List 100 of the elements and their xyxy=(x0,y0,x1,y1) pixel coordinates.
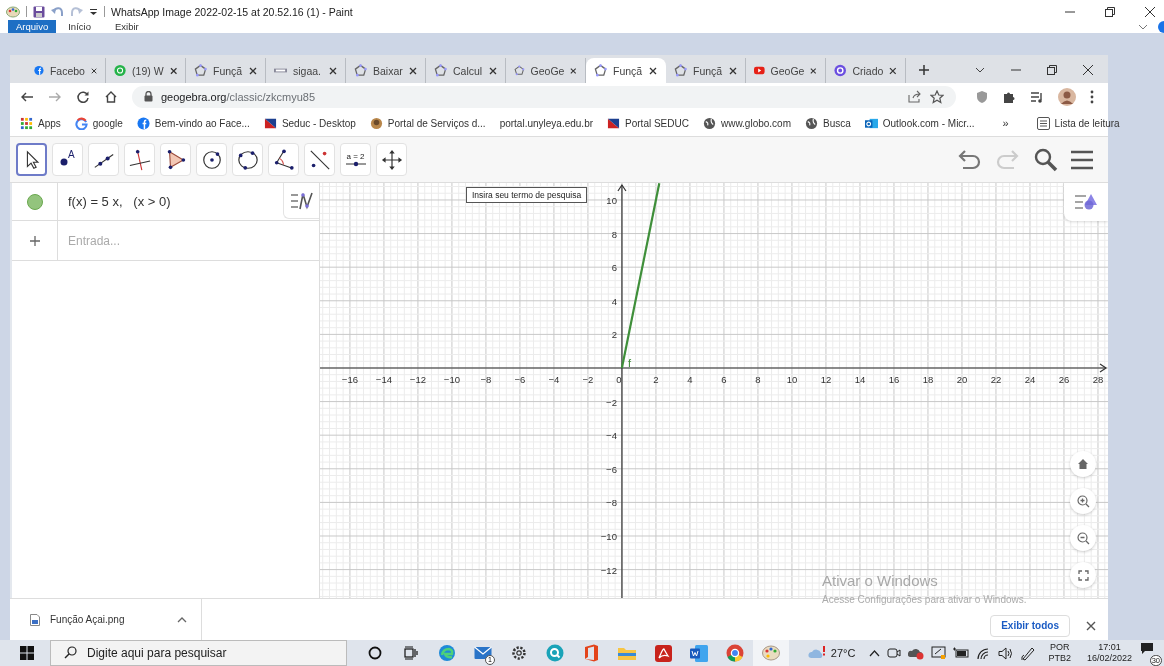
home-icon[interactable] xyxy=(104,89,118,104)
ribbon-tab[interactable]: Exibir xyxy=(102,20,151,33)
close-icon[interactable] xyxy=(1144,5,1156,18)
perpendicular-lines-icon xyxy=(128,148,151,171)
close-icon[interactable] xyxy=(249,66,257,75)
temperature-label[interactable]: 27°C xyxy=(830,647,856,659)
share-icon[interactable] xyxy=(908,90,922,103)
tick-label: −2 xyxy=(606,396,617,408)
more-icon[interactable] xyxy=(1090,89,1094,104)
browser-tab[interactable]: Facebo xyxy=(26,58,106,83)
graphics-style-button[interactable] xyxy=(1064,183,1108,221)
search-icon[interactable] xyxy=(1033,146,1059,173)
bookmark-link[interactable]: Portal de Serviços d... xyxy=(369,116,486,130)
tick-label: −6 xyxy=(606,463,617,475)
pen-icon[interactable] xyxy=(1020,645,1036,661)
plus-icon[interactable] xyxy=(28,234,41,247)
angle-icon xyxy=(272,148,295,171)
close-icon[interactable] xyxy=(1086,620,1096,631)
restore-icon[interactable] xyxy=(1046,64,1058,76)
bookmark-link[interactable]: Busca xyxy=(805,116,851,130)
close-icon[interactable] xyxy=(489,66,497,75)
lock-icon xyxy=(144,91,153,102)
restore-icon[interactable] xyxy=(1104,5,1116,18)
chevron-down-icon[interactable] xyxy=(1138,22,1148,31)
chevron-up-icon[interactable] xyxy=(869,649,881,657)
function-line[interactable] xyxy=(620,183,661,369)
chevron-up-icon[interactable] xyxy=(177,616,187,623)
tick-label: 0 xyxy=(616,374,622,385)
browser-tab[interactable]: sigaa. xyxy=(266,58,346,83)
cloud-error-icon[interactable] xyxy=(908,646,925,660)
camera-icon[interactable] xyxy=(887,646,902,660)
notification-icon[interactable] xyxy=(1140,642,1154,655)
tool-button[interactable]: a = 2 xyxy=(340,143,371,176)
close-icon[interactable] xyxy=(570,66,577,75)
visibility-toggle[interactable] xyxy=(26,193,43,210)
clock[interactable]: 17:01 16/02/2022 xyxy=(1086,642,1132,664)
close-icon[interactable] xyxy=(729,66,737,75)
new-tab-icon[interactable] xyxy=(918,64,930,76)
browser-tab[interactable]: Baixar xyxy=(346,58,426,83)
bookmark-link[interactable]: portal.unyleya.edu.br xyxy=(499,117,594,129)
battery-icon[interactable] xyxy=(953,647,970,659)
reflect-icon xyxy=(308,148,331,171)
overflow-button[interactable]: » xyxy=(1002,117,1009,129)
close-icon[interactable] xyxy=(889,66,897,75)
help-icon[interactable] xyxy=(1158,20,1164,33)
shield-icon[interactable] xyxy=(976,89,988,104)
close-icon[interactable] xyxy=(169,66,177,75)
browser-tab[interactable]: Calcul xyxy=(426,58,506,83)
browser-tab[interactable]: Funçã xyxy=(666,58,746,83)
display-icon[interactable] xyxy=(931,646,947,660)
search-field[interactable]: Digite aqui para pesquisar xyxy=(50,640,347,666)
algebra-style-button[interactable] xyxy=(283,183,319,219)
undo-icon[interactable] xyxy=(51,5,64,18)
browser-tab[interactable]: Funçã xyxy=(186,58,266,83)
browser-tab[interactable]: Criado xyxy=(826,58,906,83)
browser-tab[interactable]: GeoGe xyxy=(746,58,826,83)
close-icon[interactable] xyxy=(90,66,97,75)
language-indicator[interactable]: POR PTB2 xyxy=(1048,642,1071,664)
close-icon[interactable] xyxy=(1082,64,1094,76)
tool-button[interactable]: A xyxy=(52,143,83,176)
bookmark-link[interactable]: Apps xyxy=(20,116,61,130)
speaker-icon[interactable] xyxy=(998,646,1014,660)
reading-list-link[interactable]: Lista de leitura xyxy=(1036,116,1120,130)
paint-palette-icon[interactable] xyxy=(6,5,20,18)
bookmark-link[interactable]: Seduc - Desktop xyxy=(263,116,356,130)
weather-icon[interactable] xyxy=(807,645,826,661)
media-queue-icon[interactable] xyxy=(1030,90,1044,103)
show-all-button[interactable]: Exibir todos xyxy=(990,614,1070,637)
fullscreen-button[interactable] xyxy=(1070,562,1096,588)
bookmark-link[interactable]: Bem-vindo ao Face... xyxy=(136,116,250,130)
browser-tab[interactable]: (19) W xyxy=(106,58,186,83)
avatar-icon[interactable] xyxy=(1058,87,1076,106)
ribbon-tab[interactable]: Início xyxy=(56,20,103,33)
tick-label: −16 xyxy=(341,374,358,385)
dropdown-icon[interactable] xyxy=(89,7,98,16)
close-icon[interactable] xyxy=(810,66,817,75)
star-icon[interactable] xyxy=(930,89,944,104)
reload-icon[interactable] xyxy=(76,89,90,104)
favicon-icon xyxy=(194,64,207,77)
input-field[interactable]: Entrada... xyxy=(66,232,266,249)
close-icon[interactable] xyxy=(649,66,657,75)
address-bar[interactable]: geogebra.org/classic/zkcmyu85 xyxy=(132,85,956,108)
tick-label: 12 xyxy=(820,374,832,385)
browser-tab[interactable]: Funçã xyxy=(586,58,666,83)
save-icon[interactable] xyxy=(33,5,45,18)
bookmark-link[interactable]: Outlook.com - Micr... xyxy=(864,116,975,130)
bookmark-link[interactable]: google xyxy=(74,116,123,130)
bookmark-link[interactable]: Portal SEDUC xyxy=(607,116,689,130)
algebra-expression[interactable]: f(x) = 5 x, (x > 0) xyxy=(68,194,171,209)
home-button[interactable] xyxy=(1070,451,1096,477)
close-icon[interactable] xyxy=(409,66,417,75)
menu-icon[interactable] xyxy=(1070,148,1094,171)
tool-button[interactable] xyxy=(16,143,47,176)
bookmark-link[interactable]: www.globo.com xyxy=(702,116,791,130)
windows-start-icon[interactable] xyxy=(20,646,34,660)
ribbon-tab[interactable]: Arquivo xyxy=(8,20,57,33)
zoom-in-button[interactable] xyxy=(1070,488,1096,514)
zoom-out-button[interactable] xyxy=(1070,525,1096,551)
close-icon[interactable] xyxy=(329,66,337,75)
bookmark-icon xyxy=(369,116,383,130)
